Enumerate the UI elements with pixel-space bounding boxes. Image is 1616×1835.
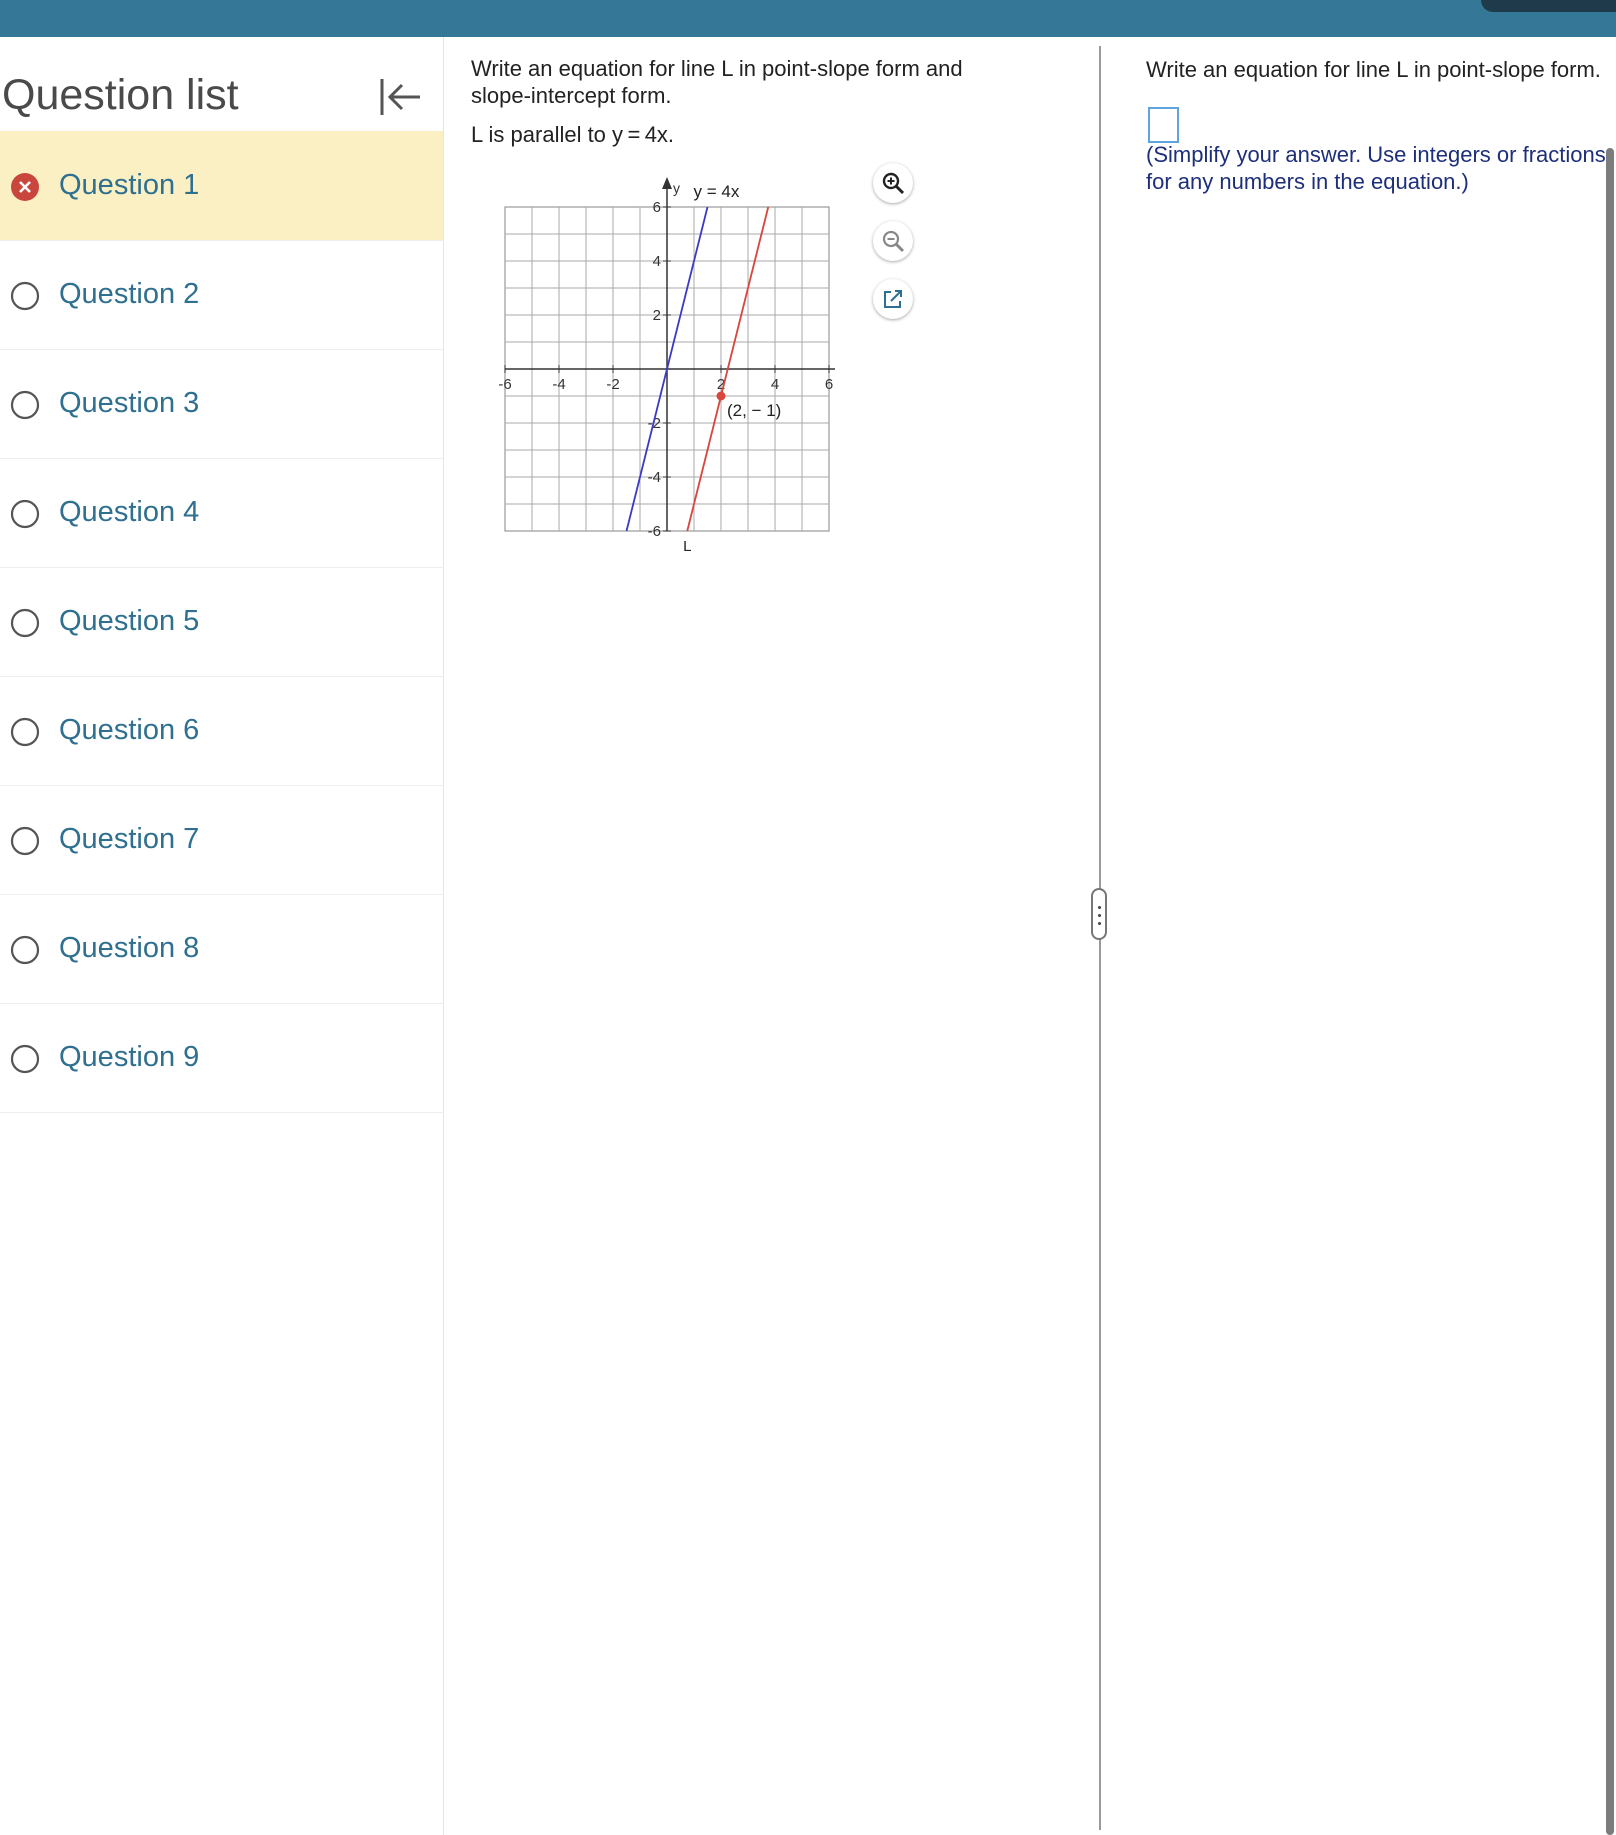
y-tick-label: 4: [653, 253, 661, 270]
question-list-item[interactable]: Question 4: [0, 458, 443, 568]
x-tick-label: -4: [552, 376, 565, 393]
question-text-line-1: Write an equation for line L in point-sl…: [471, 56, 963, 81]
point-marker: [716, 391, 726, 401]
y-tick-label: -4: [648, 469, 661, 486]
y-tick-label: 6: [653, 199, 661, 216]
top-bar-button[interactable]: [1481, 0, 1616, 12]
question-label: Question 8: [59, 932, 200, 964]
answer-prompt: Write an equation for line L in point-sl…: [1146, 57, 1601, 82]
question-list-sidebar: Question list Question 1 Question 2 Questi…: [0, 37, 444, 1835]
coordinate-graph: xy-6-4-2246642-2-4-6y = 4xL(2, − 1): [498, 177, 835, 555]
unanswered-circle-icon: [10, 499, 40, 529]
question-label: Question 4: [59, 496, 200, 528]
question-list-item[interactable]: Question 5: [0, 567, 443, 677]
question-label: Question 7: [59, 823, 200, 855]
unanswered-circle-icon: [10, 281, 40, 311]
zoom-out-icon: [882, 230, 905, 253]
question-panel: Write an equation for line L in point-sl…: [455, 37, 1100, 1835]
question-label: Question 9: [59, 1041, 200, 1073]
incorrect-x-icon: [11, 173, 39, 201]
unanswered-circle-icon: [10, 1044, 40, 1074]
open-external-icon: [884, 290, 902, 308]
y-tick-label: -6: [648, 523, 661, 540]
panel-resize-handle[interactable]: [1091, 888, 1107, 940]
collapse-sidebar-button[interactable]: [378, 75, 422, 119]
question-text-line-2: slope-intercept form.: [471, 83, 672, 108]
y-axis-label: y: [673, 180, 680, 196]
unanswered-circle-icon: [10, 717, 40, 747]
question-label: Question 3: [59, 387, 200, 419]
question-list-item[interactable]: Question 7: [0, 785, 443, 895]
x-tick-label: -6: [498, 376, 511, 393]
x-tick-label: 6: [825, 376, 833, 393]
unanswered-circle-icon: [10, 935, 40, 965]
answer-panel: Write an equation for line L in point-sl…: [1146, 37, 1616, 1835]
answer-hint-line-2: for any numbers in the equation.): [1146, 169, 1469, 194]
y-tick-label: 2: [653, 307, 661, 324]
unanswered-circle-icon: [10, 390, 40, 420]
answer-hint: (Simplify your answer. Use integers or f…: [1146, 141, 1616, 195]
x-tick-label: -2: [606, 376, 619, 393]
point-label: (2, − 1): [727, 401, 781, 420]
unanswered-circle-icon: [10, 608, 40, 638]
question-label: Question 6: [59, 714, 200, 746]
given-line-label: y = 4x: [694, 182, 740, 201]
question-label: Question 1: [59, 169, 200, 201]
question-list-item[interactable]: Question 1: [0, 131, 443, 241]
answer-input[interactable]: [1148, 107, 1179, 143]
question-list-item[interactable]: Question 9: [0, 1003, 443, 1113]
zoom-in-icon: [882, 172, 905, 195]
question-list-item[interactable]: Question 6: [0, 676, 443, 786]
question-list-item[interactable]: Question 3: [0, 349, 443, 459]
answer-hint-line-1: (Simplify your answer. Use integers or f…: [1146, 142, 1606, 167]
question-list-item[interactable]: Question 2: [0, 240, 443, 350]
zoom-in-button[interactable]: [873, 163, 913, 203]
question-list-title: Question list: [2, 71, 239, 119]
question-label: Question 2: [59, 278, 200, 310]
question-list-item[interactable]: Question 8: [0, 894, 443, 1004]
x-tick-label: 4: [771, 376, 779, 393]
collapse-left-arrow-icon: [380, 79, 420, 115]
open-external-button[interactable]: [873, 279, 913, 319]
answer-panel-scrollbar[interactable]: [1606, 148, 1614, 1835]
top-bar: [0, 0, 1616, 37]
question-label: Question 5: [59, 605, 200, 637]
zoom-out-button[interactable]: [873, 221, 913, 261]
y-axis-arrow: [662, 177, 672, 189]
line-L-label: L: [683, 538, 691, 555]
unanswered-circle-icon: [10, 826, 40, 856]
parallel-condition-text: L is parallel to y = 4x.: [471, 122, 675, 147]
